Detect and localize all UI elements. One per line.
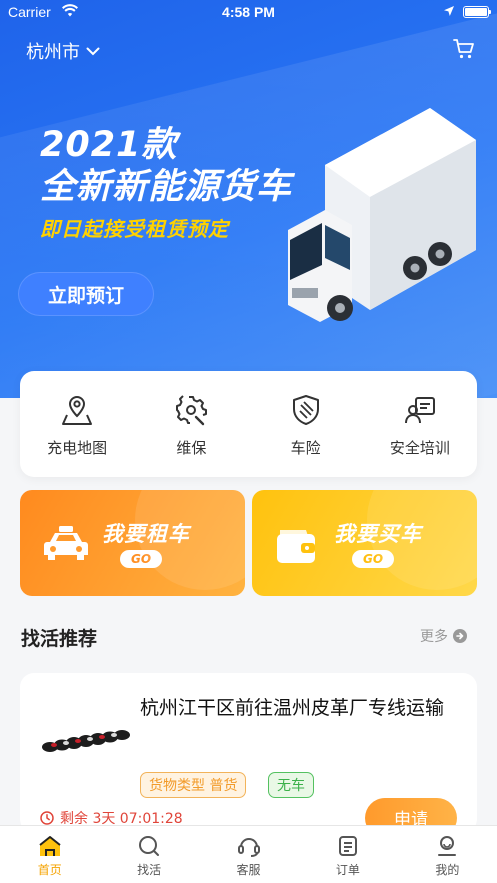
more-link[interactable]: 更多 (420, 626, 467, 646)
services-card: 充电地图 维保 车险 安全培训 (20, 371, 477, 477)
job-card[interactable]: 杭州江干区前往温州皮革厂专线运输 货物类型 普货 无车 剩余 3天 07:01:… (20, 673, 477, 833)
chevron-down-icon (86, 47, 100, 55)
home-icon (39, 836, 61, 856)
search-icon (139, 836, 160, 856)
wallet-icon (277, 530, 315, 563)
tab-label: 我的 (435, 863, 460, 877)
service-insurance[interactable]: 车险 (249, 371, 363, 477)
status-bar: Carrier 4:58 PM (0, 0, 497, 26)
gear-wrench-icon (176, 395, 208, 426)
tab-label: 客服 (236, 863, 261, 877)
rent-car-card[interactable]: 我要租车 GO (20, 490, 245, 596)
hero-banner[interactable]: Carrier 4:58 PM 杭州市 2021款 全新新能源货车 即日起接受租… (0, 0, 497, 398)
service-safety-training[interactable]: 安全培训 (363, 371, 477, 477)
service-label: 维保 (176, 439, 207, 457)
job-thumbnail (38, 695, 138, 781)
cart-icon[interactable] (453, 38, 475, 64)
service-charging-map[interactable]: 充电地图 (20, 371, 134, 477)
rent-card-title: 我要租车 (102, 522, 190, 546)
training-icon (404, 397, 435, 424)
shield-icon (292, 395, 319, 425)
tab-label: 首页 (37, 863, 62, 877)
rent-go-badge: GO (120, 550, 162, 568)
tab-bar: 首页 找活 客服 订单 我的 (0, 825, 497, 883)
profile-icon (438, 836, 457, 856)
service-label: 车险 (290, 439, 321, 457)
more-label: 更多 (420, 629, 448, 645)
tab-profile[interactable]: 我的 (398, 826, 497, 883)
truck-illustration (288, 108, 476, 322)
map-pin-icon (62, 395, 93, 425)
headset-icon (237, 838, 260, 857)
city-selector[interactable]: 杭州市 (26, 38, 100, 64)
banner-subtitle: 即日起接受租赁预定 (40, 217, 229, 241)
tab-customer-service[interactable]: 客服 (199, 826, 298, 883)
service-label: 安全培训 (389, 439, 450, 457)
city-label: 杭州市 (26, 42, 80, 63)
service-label: 充电地图 (47, 439, 108, 457)
tab-label: 订单 (335, 863, 360, 877)
cargo-type-tag: 货物类型 普货 (140, 772, 247, 798)
job-title: 杭州江干区前往温州皮革厂专线运输 (140, 697, 445, 719)
book-now-button[interactable]: 立即预订 (18, 272, 154, 316)
car-icon (44, 526, 88, 560)
clock: 4:58 PM (222, 4, 275, 20)
buy-car-card[interactable]: 我要买车 GO (252, 490, 477, 596)
orders-icon (338, 836, 357, 856)
banner-title-line1: 2021款 (40, 125, 178, 165)
banner-title-line2: 全新新能源货车 (40, 167, 293, 207)
service-maintenance[interactable]: 维保 (134, 371, 248, 477)
tab-label: 找活 (137, 863, 162, 877)
arrow-right-circle-icon (453, 629, 467, 643)
tab-find-work[interactable]: 找活 (99, 826, 198, 883)
buy-go-badge: GO (352, 550, 394, 568)
tab-home[interactable]: 首页 (0, 826, 99, 883)
clock-icon (40, 811, 54, 825)
tab-orders[interactable]: 订单 (298, 826, 397, 883)
location-arrow-icon (443, 5, 455, 21)
section-title: 找活推荐 (21, 628, 98, 650)
buy-card-title: 我要买车 (334, 522, 422, 546)
banner-title: 2021款 全新新能源货车 (40, 124, 292, 208)
battery-icon (463, 6, 491, 18)
vehicle-tag: 无车 (268, 772, 314, 798)
